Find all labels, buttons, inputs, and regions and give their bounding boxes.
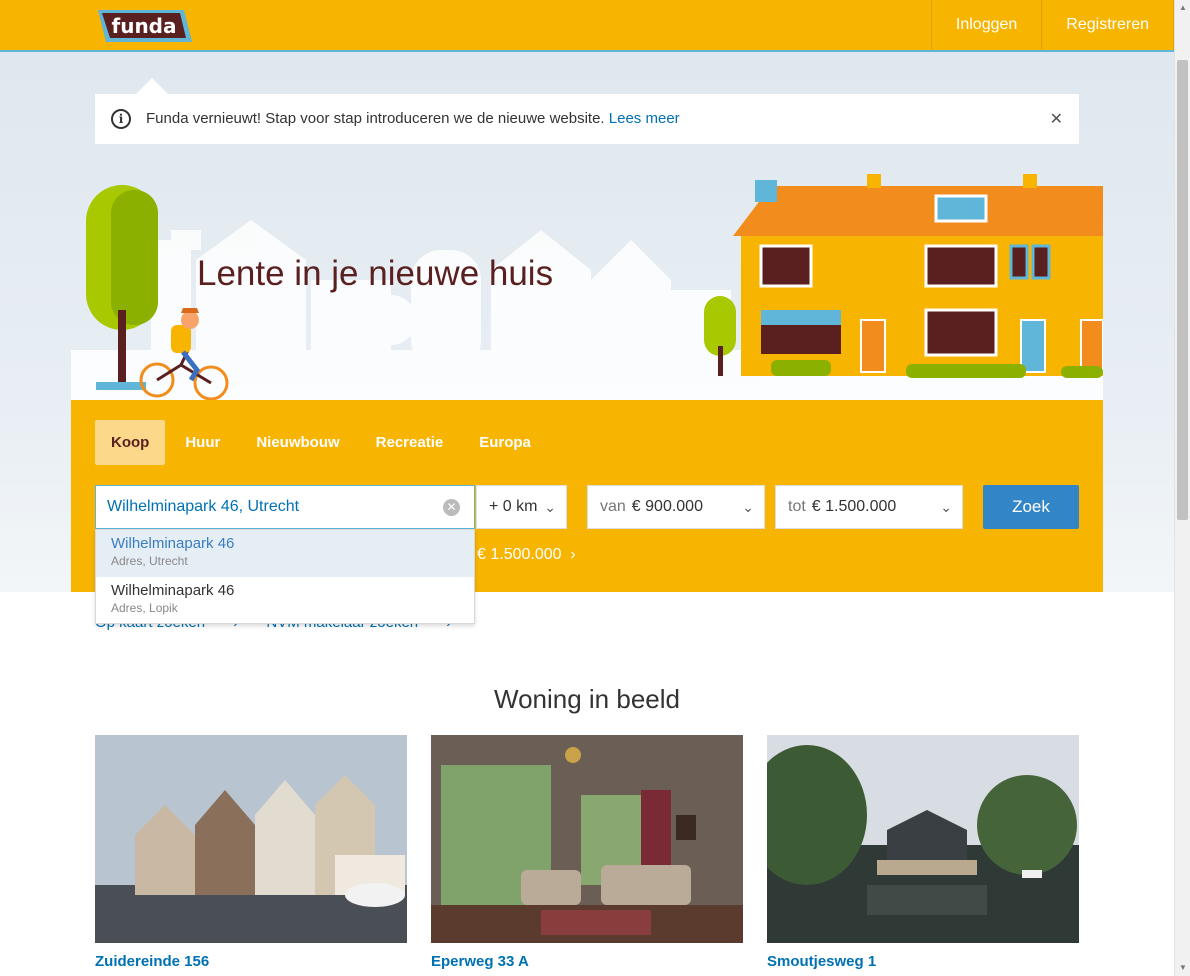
top-nav: Inloggen Registreren bbox=[930, 0, 1174, 50]
chevron-down-icon: ⌄ bbox=[544, 499, 556, 515]
featured-card[interactable]: Eperweg 33 A bbox=[431, 735, 743, 970]
radius-select[interactable]: + 0 km ⌄ bbox=[476, 485, 567, 529]
scroll-down-icon[interactable]: ▼ bbox=[1175, 960, 1190, 976]
featured-card[interactable]: Smoutjesweg 1 bbox=[767, 735, 1079, 970]
register-link[interactable]: Registreren bbox=[1041, 0, 1174, 50]
scroll-up-icon[interactable]: ▲ bbox=[1175, 0, 1190, 16]
tab-koop[interactable]: Koop bbox=[95, 420, 166, 465]
chevron-down-icon: ⌄ bbox=[742, 499, 754, 515]
address-field: ✕ bbox=[95, 485, 475, 529]
suggestion-item[interactable]: Wilhelminapark 46 Adres, Lopik bbox=[96, 577, 474, 624]
price-from-value: € 900.000 bbox=[631, 498, 703, 515]
notice-banner: i Funda vernieuwt! Stap voor stap introd… bbox=[95, 94, 1079, 144]
tab-europa[interactable]: Europa bbox=[463, 420, 547, 465]
featured-address[interactable]: Zuidereinde 156 bbox=[95, 953, 407, 970]
house-photo[interactable] bbox=[767, 735, 1079, 943]
tab-recreatie[interactable]: Recreatie bbox=[360, 420, 460, 465]
notice-read-more-link[interactable]: Lees meer bbox=[609, 110, 680, 127]
notice-pointer bbox=[136, 78, 168, 94]
notice-message: Funda vernieuwt! Stap voor stap introduc… bbox=[146, 110, 605, 127]
info-icon: i bbox=[111, 109, 131, 129]
login-link[interactable]: Inloggen bbox=[930, 0, 1041, 50]
funda-logo[interactable]: funda bbox=[94, 8, 194, 44]
address-input[interactable] bbox=[96, 486, 426, 528]
price-from-select[interactable]: van € 900.000 ⌄ bbox=[587, 485, 765, 529]
price-to-prefix: tot bbox=[788, 498, 806, 515]
clear-icon[interactable]: ✕ bbox=[443, 499, 460, 516]
recent-search-text: € 1.500.000 bbox=[477, 546, 562, 563]
chevron-down-icon: ⌄ bbox=[940, 499, 952, 515]
notice-text: Funda vernieuwt! Stap voor stap introduc… bbox=[146, 110, 680, 127]
address-suggestions: Wilhelminapark 46 Adres, Utrecht Wilhelm… bbox=[95, 529, 475, 624]
suggestion-title: Wilhelminapark 46 bbox=[111, 535, 235, 552]
featured-address[interactable]: Smoutjesweg 1 bbox=[767, 953, 1079, 970]
suggestion-item[interactable]: Wilhelminapark 46 Adres, Utrecht bbox=[96, 530, 474, 577]
search-tabs: Koop Huur Nieuwbouw Recreatie Europa bbox=[95, 420, 551, 465]
hero-title: Lente in je nieuwe huis bbox=[197, 254, 554, 293]
house-photo[interactable] bbox=[95, 735, 407, 943]
svg-text:funda: funda bbox=[112, 14, 177, 38]
tab-nieuwbouw[interactable]: Nieuwbouw bbox=[240, 420, 355, 465]
recent-search-link[interactable]: € 1.500.000 › bbox=[477, 546, 576, 564]
featured-title: Woning in beeld bbox=[494, 684, 680, 714]
radius-value: + 0 km bbox=[489, 498, 538, 515]
search-button[interactable]: Zoek bbox=[983, 485, 1079, 529]
page-scrollbar[interactable]: ▲ ▼ bbox=[1174, 0, 1190, 976]
suggestion-title: Wilhelminapark 46 bbox=[111, 582, 235, 599]
house-photo[interactable] bbox=[431, 735, 743, 943]
featured-address[interactable]: Eperweg 33 A bbox=[431, 953, 743, 970]
price-to-select[interactable]: tot € 1.500.000 ⌄ bbox=[775, 485, 963, 529]
price-from-prefix: van bbox=[600, 498, 626, 515]
chevron-right-icon: › bbox=[565, 546, 576, 563]
tab-huur[interactable]: Huur bbox=[169, 420, 236, 465]
price-to-value: € 1.500.000 bbox=[811, 498, 897, 515]
suggestion-subtitle: Adres, Lopik bbox=[111, 601, 178, 615]
featured-card[interactable]: Zuidereinde 156 bbox=[95, 735, 407, 970]
scrollbar-thumb[interactable] bbox=[1177, 60, 1188, 520]
suggestion-subtitle: Adres, Utrecht bbox=[111, 554, 188, 568]
close-icon[interactable]: ✕ bbox=[1050, 109, 1063, 129]
house-row-icon bbox=[733, 174, 1103, 378]
top-bar: funda Inloggen Registreren bbox=[0, 0, 1174, 52]
